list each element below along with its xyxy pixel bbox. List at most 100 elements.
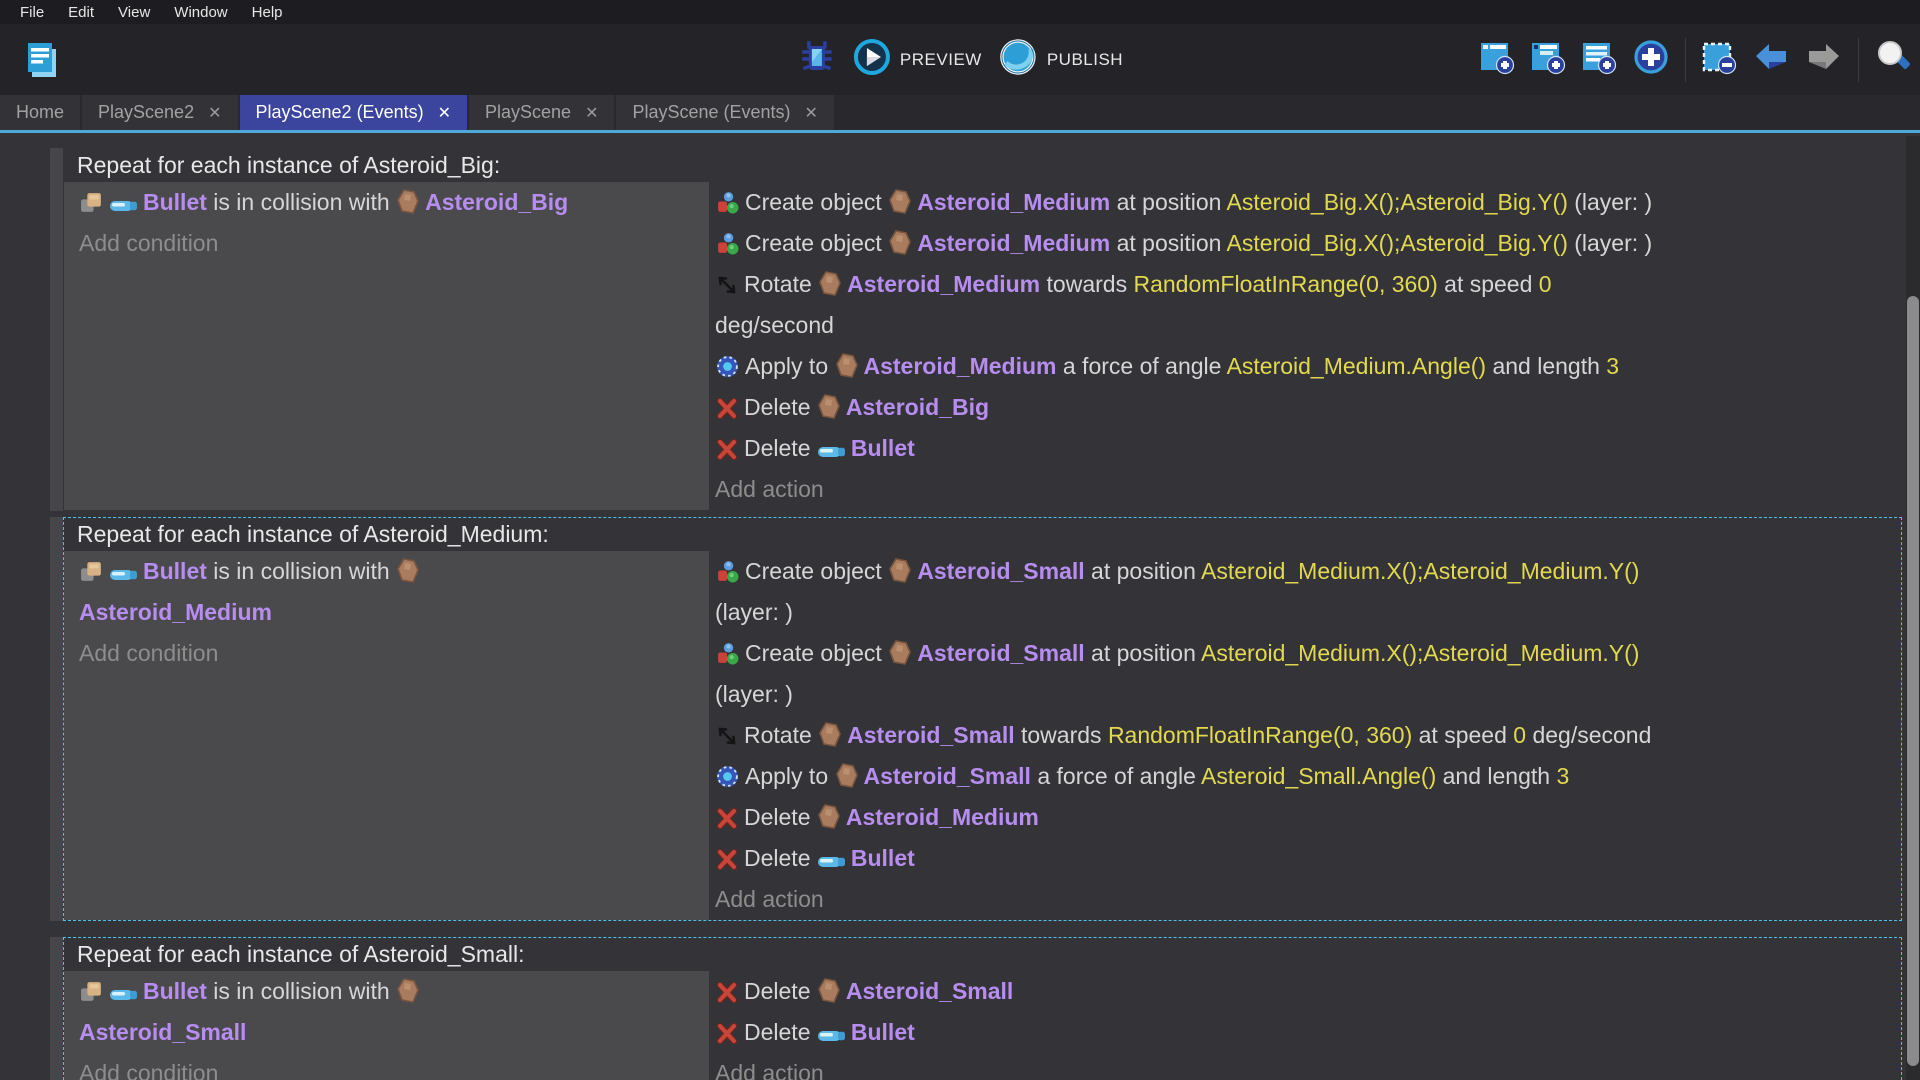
bullet-icon xyxy=(817,1027,846,1045)
plain-text: at position xyxy=(1110,230,1226,256)
object-name: Asteroid_Big xyxy=(425,189,568,215)
object-name: Asteroid_Medium xyxy=(917,230,1110,256)
create-icon xyxy=(715,190,740,215)
search-icon[interactable] xyxy=(1874,38,1912,81)
object-name: Asteroid_Big xyxy=(846,394,989,420)
tab-playscene2-events[interactable]: PlayScene2 (Events) ✕ xyxy=(240,95,468,130)
action-line[interactable]: Apply to Asteroid_Small a force of angle… xyxy=(715,756,1901,797)
scrollbar-thumb[interactable] xyxy=(1907,296,1919,1066)
add-subevent-icon[interactable] xyxy=(1530,39,1566,80)
asteroid-icon xyxy=(888,639,912,666)
event-header[interactable]: Repeat for each instance of Asteroid_Big… xyxy=(64,149,1901,182)
object-name: Bullet xyxy=(851,845,915,871)
plain-text: Create object xyxy=(745,230,888,256)
add-action-button[interactable]: Add action xyxy=(715,879,1901,920)
project-manager-icon[interactable] xyxy=(22,39,64,81)
expression-text: 0 xyxy=(1539,271,1552,297)
redo-icon[interactable] xyxy=(1805,38,1843,81)
publish-globe-icon xyxy=(998,37,1038,82)
tab-close-icon[interactable]: ✕ xyxy=(438,103,451,123)
publish-button[interactable]: PUBLISH xyxy=(998,37,1123,82)
expression-text: 0 xyxy=(1513,722,1526,748)
object-name: Asteroid_Small xyxy=(847,722,1014,748)
publish-label: PUBLISH xyxy=(1047,50,1123,70)
plain-text: Create object xyxy=(745,558,888,584)
debug-icon[interactable] xyxy=(797,37,837,82)
action-line[interactable]: Create object Asteroid_Small at position… xyxy=(715,551,1901,633)
add-condition-button[interactable]: Add condition xyxy=(79,223,709,264)
delete-icon xyxy=(715,396,739,420)
add-event-circle-icon[interactable] xyxy=(1632,38,1670,81)
menu-window[interactable]: Window xyxy=(162,4,239,21)
events-sheet: Repeat for each instance of Asteroid_Big… xyxy=(0,136,1906,1080)
event-header[interactable]: Repeat for each instance of Asteroid_Med… xyxy=(64,518,1901,551)
menu-edit[interactable]: Edit xyxy=(56,4,106,21)
delete-icon xyxy=(715,980,739,1004)
event-gutter[interactable] xyxy=(50,937,63,1080)
tab-close-icon[interactable]: ✕ xyxy=(208,103,221,123)
menu-file[interactable]: File xyxy=(8,4,56,21)
tab-playscene[interactable]: PlayScene ✕ xyxy=(469,95,614,130)
action-line[interactable]: Create object Asteroid_Small at position… xyxy=(715,633,1901,715)
plain-text: Rotate xyxy=(744,722,818,748)
condition-line[interactable]: Bullet is in collision with Asteroid_Med… xyxy=(79,551,709,633)
conditions-panel: Bullet is in collision with Asteroid_Med… xyxy=(64,551,709,920)
add-condition-button[interactable]: Add condition xyxy=(79,1053,709,1080)
condition-line[interactable]: Bullet is in collision with Asteroid_Big xyxy=(79,182,709,223)
action-line[interactable]: Rotate Asteroid_Medium towards RandomFlo… xyxy=(715,264,1901,346)
object-name: Bullet xyxy=(851,435,915,461)
tab-close-icon[interactable]: ✕ xyxy=(805,103,818,123)
menu-view[interactable]: View xyxy=(106,4,162,21)
asteroid-icon xyxy=(888,557,912,584)
undo-icon[interactable] xyxy=(1752,38,1790,81)
menu-help[interactable]: Help xyxy=(240,4,295,21)
object-name: Asteroid_Small xyxy=(917,558,1084,584)
add-action-button[interactable]: Add action xyxy=(715,1053,1901,1080)
asteroid-icon xyxy=(888,188,912,215)
tab-playscene2[interactable]: PlayScene2 ✕ xyxy=(82,95,237,130)
plain-text: and length xyxy=(1486,353,1606,379)
action-line[interactable]: Delete Bullet xyxy=(715,1012,1901,1053)
action-line[interactable]: Delete Asteroid_Big xyxy=(715,387,1901,428)
delete-icon xyxy=(715,437,739,461)
conditions-panel: Bullet is in collision with Asteroid_Sma… xyxy=(64,971,709,1080)
action-line[interactable]: Create object Asteroid_Medium at positio… xyxy=(715,223,1901,264)
add-action-button[interactable]: Add action xyxy=(715,469,1901,510)
tab-label: PlayScene2 xyxy=(98,102,194,123)
bullet-icon xyxy=(109,986,138,1004)
condition-line[interactable]: Bullet is in collision with Asteroid_Sma… xyxy=(79,971,709,1053)
event-gutter[interactable] xyxy=(50,517,63,921)
action-line[interactable]: Rotate Asteroid_Small towards RandomFloa… xyxy=(715,715,1901,756)
action-line[interactable]: Apply to Asteroid_Medium a force of angl… xyxy=(715,346,1901,387)
vertical-scrollbar[interactable] xyxy=(1906,136,1920,1080)
event-header[interactable]: Repeat for each instance of Asteroid_Sma… xyxy=(64,938,1901,971)
plain-text: (layer: ) xyxy=(1568,230,1652,256)
bullet-icon xyxy=(109,197,138,215)
expression-text: RandomFloatInRange(0, 360) xyxy=(1108,722,1412,748)
tab-home[interactable]: Home xyxy=(0,95,80,130)
object-name: Asteroid_Medium xyxy=(79,599,272,625)
action-line[interactable]: Delete Asteroid_Small xyxy=(715,971,1901,1012)
plain-text: Delete xyxy=(744,394,817,420)
tab-playscene-events[interactable]: PlayScene (Events) ✕ xyxy=(616,95,833,130)
plain-text: a force of angle xyxy=(1056,353,1226,379)
add-comment-icon[interactable] xyxy=(1581,39,1617,80)
toolbar-separator xyxy=(1858,38,1859,82)
action-line[interactable]: Delete Bullet xyxy=(715,428,1901,469)
actions-panel: Delete Asteroid_SmallDelete BulletAdd ac… xyxy=(709,971,1901,1080)
expression-text: Asteroid_Small.Angle() xyxy=(1201,763,1436,789)
delete-event-icon[interactable] xyxy=(1701,39,1737,80)
action-line[interactable]: Delete Bullet xyxy=(715,838,1901,879)
tab-close-icon[interactable]: ✕ xyxy=(585,103,598,123)
plain-text: at position xyxy=(1110,189,1226,215)
action-line[interactable]: Delete Asteroid_Medium xyxy=(715,797,1901,838)
preview-button[interactable]: PREVIEW xyxy=(853,38,982,81)
add-event-icon[interactable] xyxy=(1479,39,1515,80)
delete-icon xyxy=(715,847,739,871)
create-icon xyxy=(715,231,740,256)
plain-text: towards xyxy=(1015,722,1108,748)
add-condition-button[interactable]: Add condition xyxy=(79,633,709,674)
plain-text: (layer: ) xyxy=(1568,189,1652,215)
action-line[interactable]: Create object Asteroid_Medium at positio… xyxy=(715,182,1901,223)
event-gutter[interactable] xyxy=(50,148,63,511)
